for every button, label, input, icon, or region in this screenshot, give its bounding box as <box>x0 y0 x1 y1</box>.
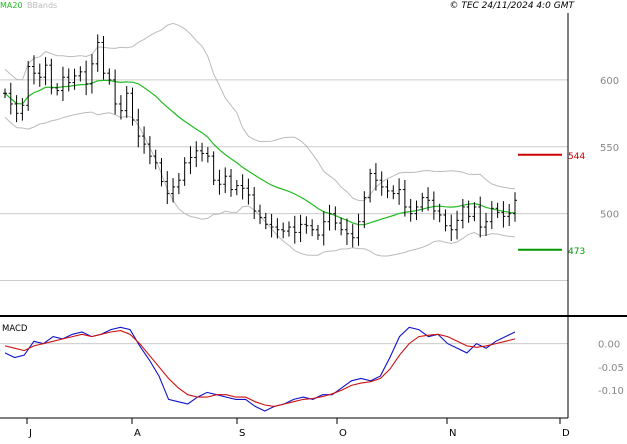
bollinger-upper-band <box>4 22 516 202</box>
bbands-legend-label: BBands <box>27 1 57 10</box>
macd-panel: 0.00 -0.05 -0.10 <box>0 326 624 412</box>
copyright-text: © TEC 24/11/2024 4:0 GMT <box>449 1 575 11</box>
macd-y-tick-label: -0.05 <box>598 363 624 374</box>
macd-panel-title: MACD <box>2 324 28 334</box>
x-axis-month-label: J <box>28 428 32 439</box>
text-layer: MA20 BBands © TEC 24/11/2024 4:0 GMT MAC… <box>0 1 575 334</box>
ma20-line <box>4 79 516 226</box>
x-axis-month-label: S <box>239 428 245 439</box>
resistance-level-label: 544 <box>568 152 585 162</box>
ma20-legend-label: MA20 <box>0 1 23 10</box>
support-level-label: 473 <box>568 247 585 257</box>
bollinger-lower-band <box>4 111 516 257</box>
x-axis-month-label: D <box>562 428 570 439</box>
stock-chart: 600 550 500 544 473 0.00 -0.05 -0.10 J A S O N D MA… <box>0 0 627 440</box>
price-y-tick-label: 550 <box>600 143 619 154</box>
axes-layer: JASOND <box>0 13 627 439</box>
macd-y-tick-label: 0.00 <box>598 340 620 351</box>
signal-line <box>4 330 516 407</box>
price-y-tick-label: 500 <box>600 210 619 221</box>
chart-canvas: 600 550 500 544 473 0.00 -0.05 -0.10 J A S O N D MA… <box>0 1 627 439</box>
price-panel: 600 550 500 544 473 <box>0 22 619 282</box>
macd-y-tick-label: -0.10 <box>598 386 624 397</box>
x-axis-month-label: N <box>449 428 456 439</box>
x-axis-month-label: A <box>134 428 141 439</box>
x-axis-month-label: O <box>339 428 347 439</box>
macd-line <box>4 326 516 412</box>
price-y-tick-label: 600 <box>600 76 619 87</box>
